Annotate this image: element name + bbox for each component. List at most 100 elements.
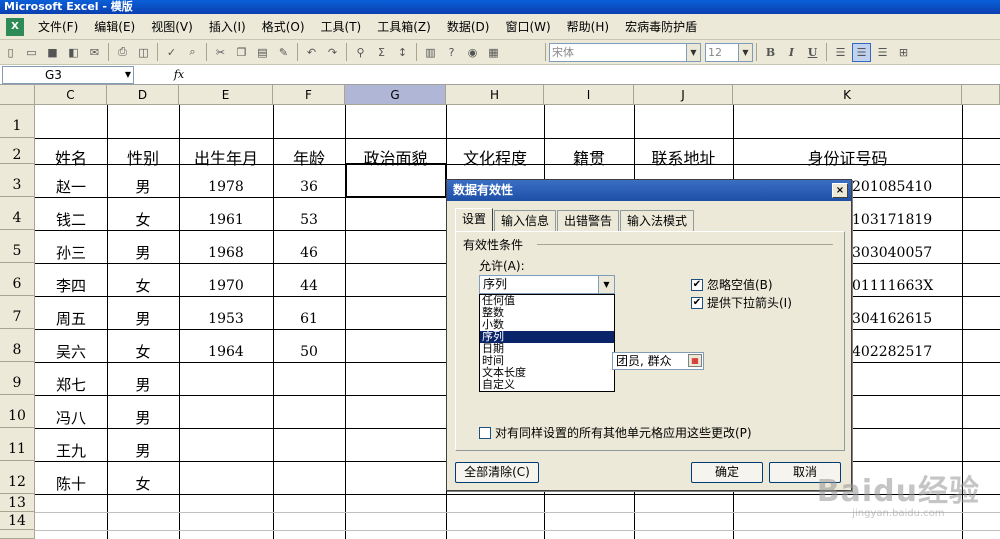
cell-name[interactable]: 陈十 (35, 473, 107, 494)
row-header[interactable]: 11 (0, 428, 35, 461)
row-header[interactable]: 2 (0, 138, 35, 164)
ok-button[interactable]: 确定 (691, 462, 763, 483)
tab-input-message[interactable]: 输入信息 (494, 210, 557, 231)
align-left-icon[interactable]: ☰ (831, 43, 850, 62)
cell-id-number[interactable]: 304162615 (852, 311, 962, 327)
menu-tools[interactable]: 工具(T) (313, 14, 370, 40)
menu-file[interactable]: 文件(F) (30, 14, 86, 40)
align-center-icon[interactable]: ☰ (852, 42, 871, 62)
menu-toolbox[interactable]: 工具箱(Z) (369, 14, 439, 40)
mail-icon[interactable]: ✉ (85, 43, 104, 62)
globe-icon[interactable]: ◉ (463, 43, 482, 62)
menu-insert[interactable]: 插入(I) (201, 14, 254, 40)
hyperlink-icon[interactable]: ⚲ (351, 43, 370, 62)
header-cell-gender[interactable]: 性别 (107, 145, 179, 169)
header-cell-origin[interactable]: 籍贯 (544, 145, 634, 169)
undo-icon[interactable]: ↶ (302, 43, 321, 62)
apply-all-checkbox[interactable] (479, 426, 491, 439)
cell-birth[interactable]: 1970 (179, 278, 273, 294)
column-header[interactable]: C (35, 85, 107, 105)
in-cell-dropdown-checkbox[interactable]: ✔ (691, 296, 703, 309)
print-icon[interactable]: ⎙ (113, 43, 132, 62)
fx-icon[interactable]: fx (164, 68, 194, 81)
menu-view[interactable]: 视图(V) (143, 14, 201, 40)
column-header[interactable]: F (273, 85, 345, 105)
format-painter-icon[interactable]: ✎ (274, 43, 293, 62)
cell-name[interactable]: 冯八 (35, 407, 107, 428)
autosum-icon[interactable]: Σ (372, 43, 391, 62)
sort-icon[interactable]: ↕ (393, 43, 412, 62)
clear-all-button[interactable]: 全部清除(C) (455, 462, 539, 483)
research-icon[interactable]: ⌕ (183, 43, 202, 62)
menu-format[interactable]: 格式(O) (254, 14, 313, 40)
column-header-blank[interactable] (962, 85, 1000, 105)
cell-name[interactable]: 李四 (35, 275, 107, 296)
row-header[interactable]: 1 (0, 105, 35, 138)
cell-gender[interactable]: 男 (107, 440, 179, 461)
calculator-icon[interactable]: ▦ (484, 43, 503, 62)
row-header[interactable]: 12 (0, 461, 35, 494)
font-name-select[interactable]: 宋体 ▼ (549, 42, 701, 62)
cell-id-number[interactable]: 103171819 (852, 212, 962, 228)
italic-button[interactable]: I (782, 43, 801, 62)
row-header[interactable]: 9 (0, 362, 35, 395)
preview-icon[interactable]: ◫ (134, 43, 153, 62)
cell-age[interactable]: 53 (273, 212, 345, 228)
dialog-title-bar[interactable]: 数据有效性 × (447, 180, 851, 201)
menu-window[interactable]: 窗口(W) (497, 14, 558, 40)
cell-birth[interactable]: 1978 (179, 179, 273, 195)
header-cell-name[interactable]: 姓名 (35, 145, 107, 169)
chevron-down-icon[interactable]: ▼ (125, 67, 131, 83)
cell-name[interactable]: 赵一 (35, 176, 107, 197)
cell-name[interactable]: 周五 (35, 308, 107, 329)
cell-birth[interactable]: 1953 (179, 311, 273, 327)
open-icon[interactable]: ▭ (22, 43, 41, 62)
row-header[interactable]: 6 (0, 263, 35, 296)
row-header[interactable]: 8 (0, 329, 35, 362)
cut-icon[interactable]: ✂ (211, 43, 230, 62)
cell-gender[interactable]: 男 (107, 407, 179, 428)
menu-edit[interactable]: 编辑(E) (86, 14, 143, 40)
align-right-icon[interactable]: ☰ (873, 43, 892, 62)
header-cell-age[interactable]: 年龄 (273, 145, 345, 169)
row-header[interactable]: 7 (0, 296, 35, 329)
header-cell-address[interactable]: 联系地址 (634, 145, 733, 169)
row-header[interactable]: 4 (0, 197, 35, 230)
font-size-select[interactable]: 12 ▼ (705, 42, 753, 62)
cell-age[interactable]: 36 (273, 179, 345, 195)
cell-gender[interactable]: 男 (107, 242, 179, 263)
merge-center-icon[interactable]: ⊞ (894, 43, 913, 62)
cell-id-number[interactable]: 201085410 (852, 179, 962, 195)
row-header[interactable]: 14 (0, 512, 35, 530)
header-cell-birth[interactable]: 出生年月 (179, 145, 273, 169)
excel-app-icon[interactable]: X (6, 17, 24, 36)
new-icon[interactable]: ▯ (1, 43, 20, 62)
allow-select[interactable]: 序列 ▼ (479, 275, 615, 294)
column-header[interactable]: G (345, 85, 446, 105)
cell-birth[interactable]: 1961 (179, 212, 273, 228)
cell-name[interactable]: 孙三 (35, 242, 107, 263)
cell-age[interactable]: 46 (273, 245, 345, 261)
underline-button[interactable]: U (803, 43, 822, 62)
tab-error-alert[interactable]: 出错警告 (557, 210, 620, 231)
cell-id-number[interactable]: 402282517 (852, 344, 962, 360)
formula-input[interactable] (194, 66, 1000, 84)
cell-gender[interactable]: 女 (107, 209, 179, 230)
row-header-partial[interactable] (0, 530, 35, 539)
select-all-corner[interactable] (0, 85, 35, 105)
column-header[interactable]: H (446, 85, 544, 105)
cell-gender[interactable]: 女 (107, 341, 179, 362)
tab-ime-mode[interactable]: 输入法模式 (620, 210, 695, 231)
cell-id-number[interactable]: 01111663X (852, 278, 962, 294)
cell-gender[interactable]: 男 (107, 374, 179, 395)
tab-settings[interactable]: 设置 (455, 208, 494, 231)
chevron-down-icon[interactable]: ▼ (598, 276, 614, 293)
menu-help[interactable]: 帮助(H) (559, 14, 617, 40)
column-header[interactable]: K (733, 85, 962, 105)
cell-age[interactable]: 61 (273, 311, 345, 327)
cell-name[interactable]: 郑七 (35, 374, 107, 395)
menu-data[interactable]: 数据(D) (439, 14, 498, 40)
permission-icon[interactable]: ◧ (64, 43, 83, 62)
cell-name[interactable]: 吴六 (35, 341, 107, 362)
column-header[interactable]: I (544, 85, 634, 105)
